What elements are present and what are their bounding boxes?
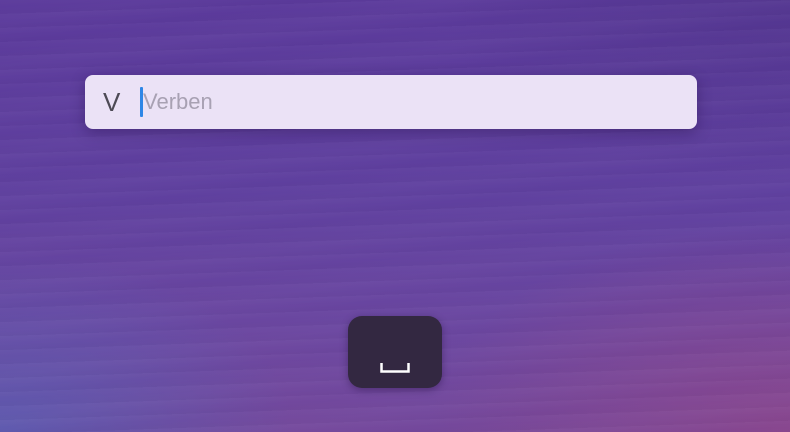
search-input[interactable] [143, 87, 673, 117]
space-key-button[interactable] [348, 316, 442, 388]
search-prefix-letter: V [103, 87, 121, 117]
search-bar[interactable]: V [85, 75, 697, 129]
space-bar-icon [380, 363, 410, 373]
